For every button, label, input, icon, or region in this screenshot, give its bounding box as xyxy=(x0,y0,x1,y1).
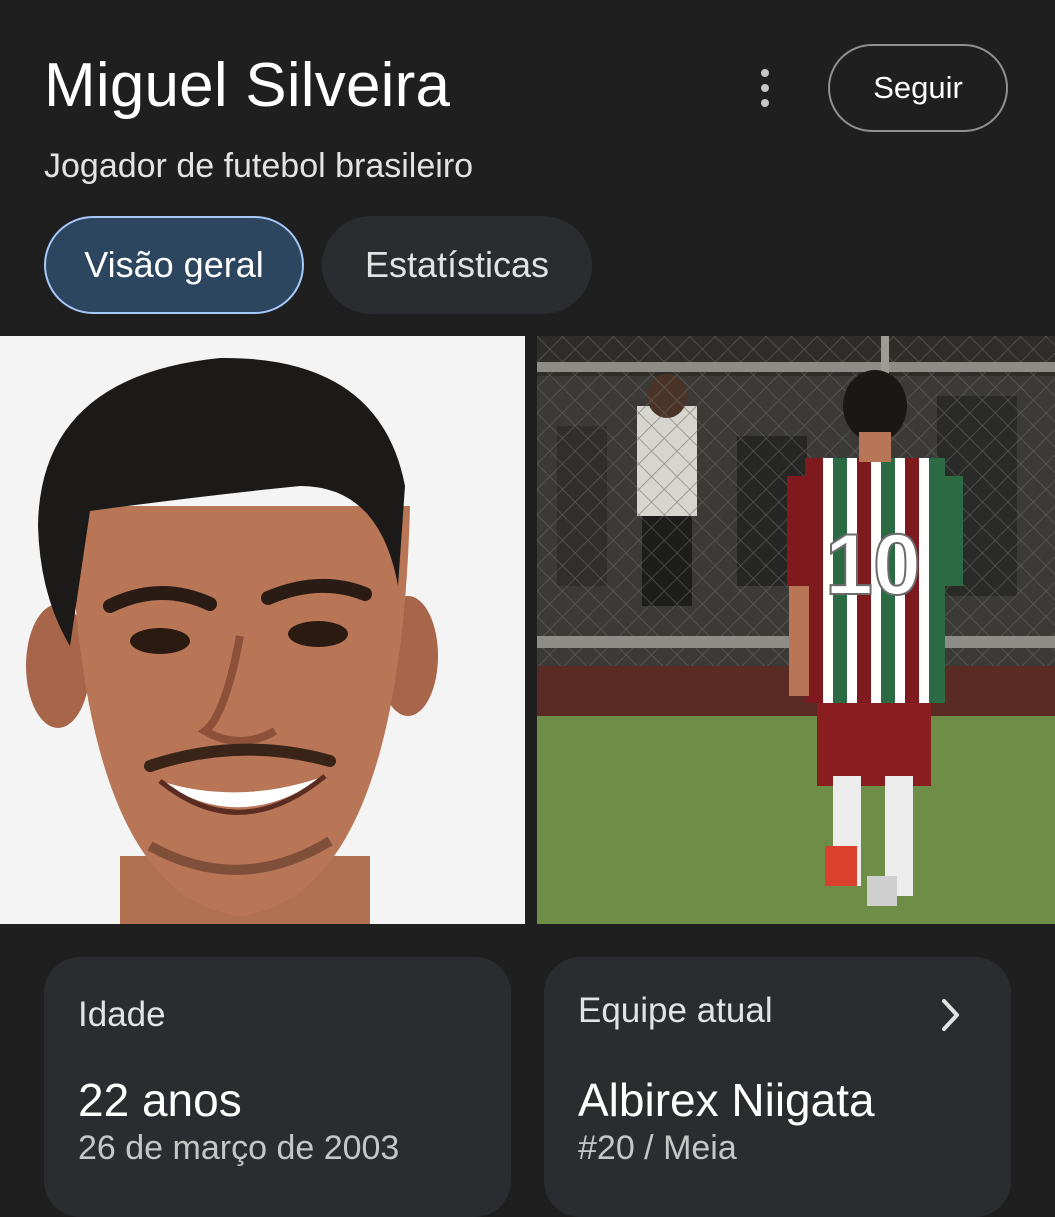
more-options-button[interactable] xyxy=(742,60,788,116)
age-card[interactable]: Idade 22 anos 26 de março de 2003 xyxy=(44,957,511,1217)
tab-overview[interactable]: Visão geral xyxy=(44,216,304,314)
tab-statistics[interactable]: Estatísticas xyxy=(322,216,592,314)
age-value: 22 anos xyxy=(78,1074,242,1126)
headshot-photo[interactable] xyxy=(0,336,525,924)
team-label: Equipe atual xyxy=(578,991,773,1030)
page-title: Miguel Silveira xyxy=(44,51,451,120)
more-vert-icon xyxy=(761,69,769,77)
action-image: 10 xyxy=(537,336,1055,924)
follow-button[interactable]: Seguir xyxy=(828,44,1008,132)
action-photo[interactable]: 10 xyxy=(537,336,1055,924)
jersey-number: 10 xyxy=(825,517,921,613)
page-subtitle: Jogador de futebol brasileiro xyxy=(44,147,474,185)
chevron-right-icon xyxy=(942,999,959,1031)
knowledge-panel-header: Miguel Silveira Jogador de futebol brasi… xyxy=(0,0,1055,336)
team-value: Albirex Niigata xyxy=(578,1074,875,1126)
birth-date: 26 de março de 2003 xyxy=(78,1129,400,1167)
team-number-position: #20 / Meia xyxy=(578,1129,737,1167)
headshot-image xyxy=(0,336,525,924)
photo-gallery: 10 xyxy=(0,336,1055,924)
current-team-card[interactable]: Equipe atual Albirex Niigata #20 / Meia xyxy=(544,957,1011,1217)
age-label: Idade xyxy=(78,995,166,1034)
